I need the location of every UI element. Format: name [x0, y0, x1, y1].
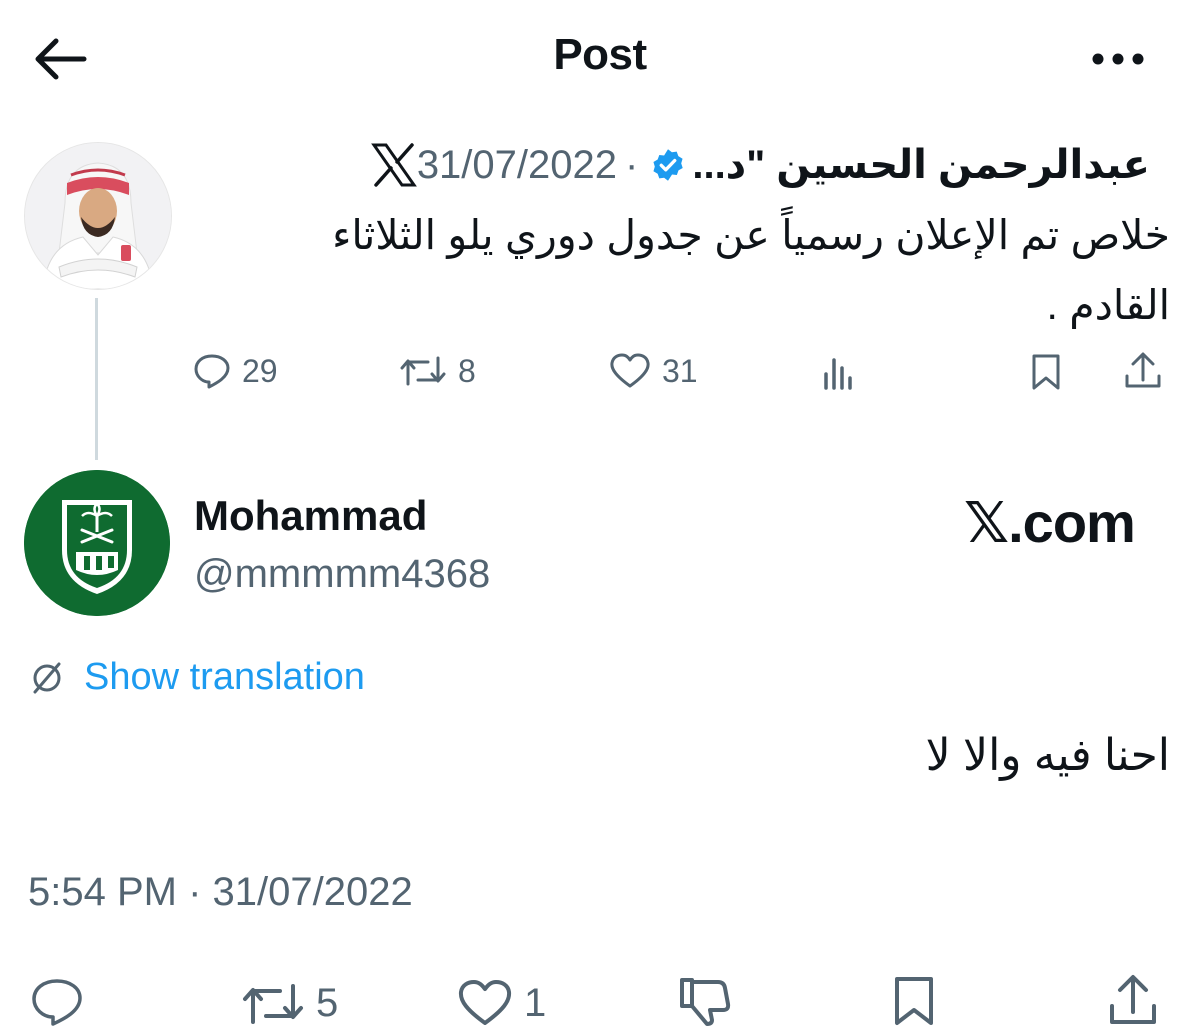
page-title: Post [553, 30, 647, 79]
xcom-watermark: 𝕏.com [964, 491, 1136, 554]
repost-icon [398, 352, 448, 390]
repost-count: 8 [458, 352, 476, 389]
thread-connector-line [95, 298, 98, 460]
separator-dot: · [625, 142, 639, 187]
repost-button[interactable]: 8 [398, 352, 476, 390]
reply-timestamp[interactable]: 5:54 PM · 31/07/2022 [28, 870, 413, 915]
analytics-icon[interactable] [820, 352, 860, 392]
original-post-header: عبدالرحمن الحسين "د... · 31/07/2022 [190, 135, 1150, 195]
reply-comment-icon[interactable] [28, 976, 86, 1028]
reply-author-handle[interactable]: @mmmmm4368 [194, 552, 490, 597]
bookmark-icon[interactable] [1028, 352, 1064, 392]
reply-count: 29 [242, 352, 278, 389]
reply-repost-button[interactable]: 5 [240, 978, 338, 1028]
heart-icon [608, 352, 652, 390]
more-options-icon[interactable] [1086, 44, 1150, 74]
author-name[interactable]: عبدالرحمن الحسين "د... [692, 142, 1150, 188]
verified-badge-icon [650, 147, 686, 183]
show-translation-row[interactable]: Show translation [28, 656, 365, 699]
like-button[interactable]: 31 [608, 352, 698, 390]
post-text-line: خلاص تم الإعلان رسمياً عن جدول دوري يلو … [332, 212, 1170, 258]
reply-button[interactable]: 29 [192, 352, 278, 390]
translate-icon [28, 659, 66, 697]
reply-share-icon[interactable] [1106, 972, 1160, 1028]
original-post-text: خلاص تم الإعلان رسمياً عن جدول دوري يلو … [210, 200, 1170, 340]
reply-post-text: احنا فيه والا لا [925, 731, 1170, 780]
repost-icon [240, 978, 306, 1028]
comment-icon [192, 352, 232, 390]
heart-icon [456, 978, 514, 1028]
post-text-line: القادم . [1046, 282, 1170, 328]
share-icon[interactable] [1122, 350, 1164, 392]
reply-author-name[interactable]: Mohammad [194, 492, 427, 540]
x-logo-icon [370, 143, 417, 187]
reply-bookmark-icon[interactable] [890, 974, 938, 1028]
reply-like-count: 1 [524, 980, 547, 1025]
reply-like-button[interactable]: 1 [456, 978, 546, 1028]
reply-repost-count: 5 [316, 980, 339, 1025]
show-translation-link[interactable]: Show translation [84, 656, 365, 699]
downvote-icon[interactable] [676, 974, 732, 1028]
like-count: 31 [662, 352, 698, 389]
reply-author-avatar[interactable] [24, 470, 170, 616]
author-avatar[interactable] [24, 142, 172, 290]
post-date[interactable]: 31/07/2022 [417, 143, 617, 188]
